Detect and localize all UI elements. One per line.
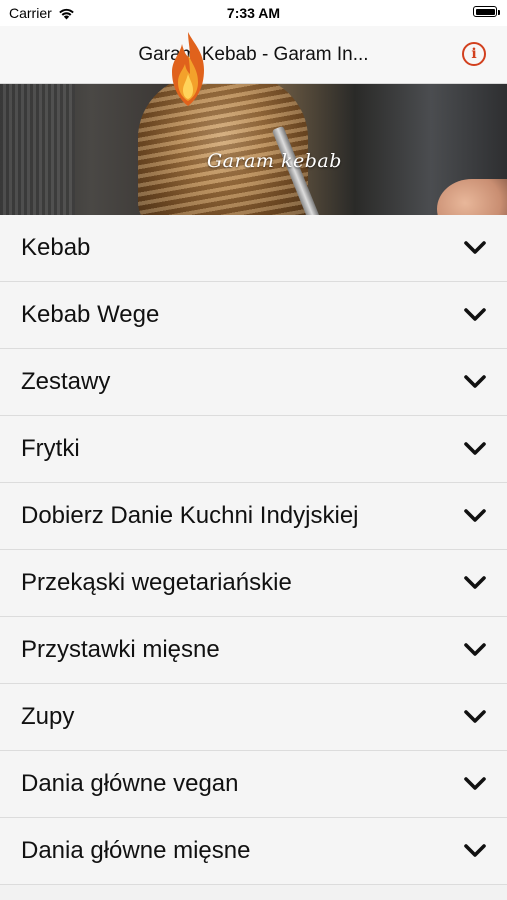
menu-category-label: Przekąski wegetariańskie: [21, 569, 292, 596]
menu-category-label: Frytki: [21, 435, 80, 462]
banner-grill-background: [0, 84, 75, 215]
menu-category-label: Kebab Wege: [21, 301, 160, 328]
menu-category-row[interactable]: Kebab: [0, 215, 507, 282]
info-icon: i: [471, 46, 477, 62]
menu-category-list: Kebab Kebab Wege Zestawy Frytki Dobierz Dani…: [0, 215, 507, 885]
page-title: Garam Kebab - Garam In...: [138, 44, 369, 65]
battery-fill: [475, 8, 495, 15]
menu-category-row[interactable]: Dobierz Danie Kuchni Indyjskiej: [0, 483, 507, 550]
menu-category-row[interactable]: Dania główne vegan: [0, 751, 507, 818]
status-time: 7:33 AM: [226, 5, 281, 21]
banner-logo-text: Garam kebab: [207, 150, 342, 172]
banner-hand: [437, 179, 507, 215]
chevron-down-icon[interactable]: [463, 440, 487, 458]
chevron-down-icon[interactable]: [463, 373, 487, 391]
menu-category-row[interactable]: Kebab Wege: [0, 282, 507, 349]
menu-category-row[interactable]: Zupy: [0, 684, 507, 751]
status-bar: Carrier 7:33 AM: [0, 0, 507, 26]
chevron-down-icon[interactable]: [463, 306, 487, 324]
info-button[interactable]: i: [462, 42, 486, 66]
app-screen: Carrier 7:33 AM Garam Kebab - Garam In..…: [0, 0, 507, 900]
battery-icon: [473, 6, 500, 17]
menu-category-label: Zestawy: [21, 368, 111, 395]
menu-category-label: Dobierz Danie Kuchni Indyjskiej: [21, 502, 359, 529]
menu-category-label: Zupy: [21, 703, 75, 730]
chevron-down-icon[interactable]: [463, 842, 487, 860]
chevron-down-icon[interactable]: [463, 708, 487, 726]
chevron-down-icon[interactable]: [463, 574, 487, 592]
flame-logo-icon: [172, 32, 204, 106]
navigation-bar: Garam Kebab - Garam In... i: [0, 26, 507, 84]
menu-category-row[interactable]: Dania główne mięsne: [0, 818, 507, 885]
menu-category-row[interactable]: Zestawy: [0, 349, 507, 416]
menu-category-row[interactable]: Przystawki mięsne: [0, 617, 507, 684]
chevron-down-icon[interactable]: [463, 641, 487, 659]
menu-category-row[interactable]: Przekąski wegetariańskie: [0, 550, 507, 617]
chevron-down-icon[interactable]: [463, 775, 487, 793]
chevron-down-icon[interactable]: [463, 239, 487, 257]
menu-category-label: Dania główne mięsne: [21, 837, 251, 864]
menu-category-label: Kebab: [21, 234, 91, 261]
menu-category-row[interactable]: Frytki: [0, 416, 507, 483]
menu-category-label: Dania główne vegan: [21, 770, 239, 797]
menu-category-label: Przystawki mięsne: [21, 636, 220, 663]
chevron-down-icon[interactable]: [463, 507, 487, 525]
